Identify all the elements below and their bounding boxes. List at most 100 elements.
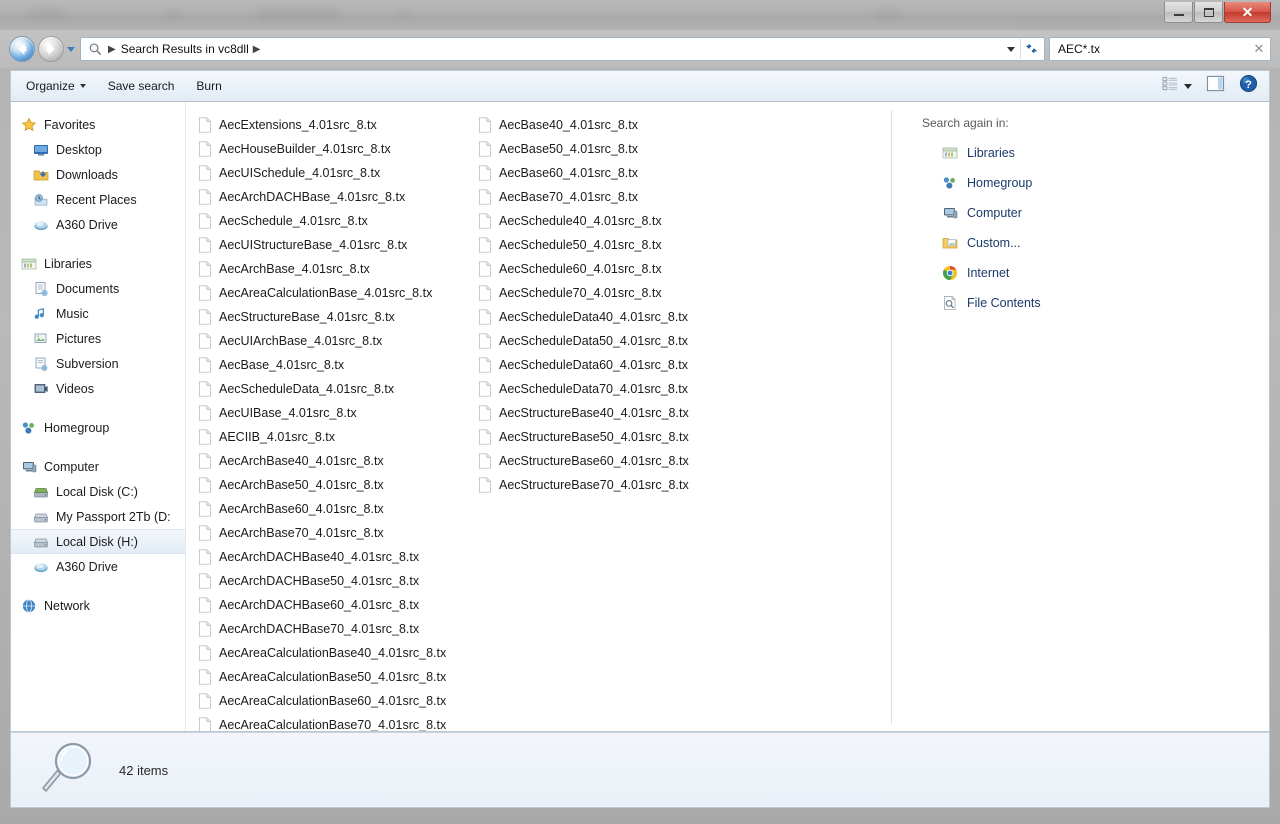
file-list-item[interactable]: AecBase70_4.01src_8.tx — [472, 185, 697, 209]
file-list-item[interactable]: AecBase_4.01src_8.tx — [192, 353, 472, 377]
file-list-item[interactable]: AecScheduleData70_4.01src_8.tx — [472, 377, 697, 401]
file-list-item[interactable]: AecArchBase_4.01src_8.tx — [192, 257, 472, 281]
chevron-down-icon[interactable] — [1002, 39, 1020, 59]
save-search-button[interactable]: Save search — [97, 74, 186, 98]
file-name-label: AecAreaCalculationBase40_4.01src_8.tx — [219, 646, 446, 660]
sidebar-item-desktop[interactable]: Desktop — [11, 137, 185, 162]
minimize-button[interactable] — [1164, 2, 1193, 23]
file-icon — [478, 189, 492, 205]
close-button[interactable]: ✕ — [1224, 2, 1271, 23]
file-list-item[interactable]: AecUIBase_4.01src_8.tx — [192, 401, 472, 425]
address-bar[interactable]: ▶ Search Results in vc8dll ▶ — [80, 37, 1045, 61]
file-name-label: AecSchedule40_4.01src_8.tx — [499, 214, 662, 228]
sidebar-item-my-passport-d[interactable]: My Passport 2Tb (D: — [11, 504, 185, 529]
file-name-label: AecSchedule_4.01src_8.tx — [219, 214, 368, 228]
file-list-item[interactable]: AecSchedule70_4.01src_8.tx — [472, 281, 697, 305]
file-list-item[interactable]: AecArchBase70_4.01src_8.tx — [192, 521, 472, 545]
file-list-item[interactable]: AecArchDACHBase60_4.01src_8.tx — [192, 593, 472, 617]
file-list-item[interactable]: AECIIB_4.01src_8.tx — [192, 425, 472, 449]
maximize-button[interactable] — [1194, 2, 1223, 23]
sidebar-item-local-disk-c[interactable]: Local Disk (C:) — [11, 479, 185, 504]
file-list-item[interactable]: AecScheduleData60_4.01src_8.tx — [472, 353, 697, 377]
file-list-item[interactable]: AecExtensions_4.01src_8.tx — [192, 113, 472, 137]
search-again-item-file-contents[interactable]: File Contents — [922, 288, 1269, 318]
breadcrumb-separator-trailing[interactable]: ▶ — [253, 44, 261, 55]
file-list-item[interactable]: AecScheduleData40_4.01src_8.tx — [472, 305, 697, 329]
file-list-item[interactable]: AecSchedule40_4.01src_8.tx — [472, 209, 697, 233]
file-list-item[interactable]: AecBase60_4.01src_8.tx — [472, 161, 697, 185]
sidebar-item-libraries[interactable]: Libraries — [11, 251, 185, 276]
file-list-item[interactable]: AecAreaCalculationBase60_4.01src_8.tx — [192, 689, 472, 713]
file-list-item[interactable]: AecSchedule_4.01src_8.tx — [192, 209, 472, 233]
sidebar-item-recent-places[interactable]: Recent Places — [11, 187, 185, 212]
file-list-item[interactable]: AecBase50_4.01src_8.tx — [472, 137, 697, 161]
file-list-item[interactable]: AecStructureBase50_4.01src_8.tx — [472, 425, 697, 449]
sidebar-group-network: Network — [11, 593, 185, 618]
search-input[interactable]: AEC*.tx ✕ — [1049, 37, 1271, 61]
sidebar-item-pictures[interactable]: Pictures — [11, 326, 185, 351]
search-again-item-custom[interactable]: Custom... — [922, 228, 1269, 258]
file-list-item[interactable]: AecArchBase40_4.01src_8.tx — [192, 449, 472, 473]
sidebar-item-network[interactable]: Network — [11, 593, 185, 618]
pane-divider[interactable] — [891, 110, 892, 724]
search-input-value[interactable]: AEC*.tx — [1058, 42, 1252, 56]
sidebar-item-label: Music — [56, 307, 89, 321]
sidebar-item-local-disk-h[interactable]: Local Disk (H:) — [11, 529, 185, 554]
change-view-button[interactable] — [1155, 72, 1199, 100]
sidebar-item-favorites[interactable]: Favorites — [11, 112, 185, 137]
breadcrumb[interactable]: Search Results in vc8dll — [121, 42, 249, 56]
file-list-item[interactable]: AecArchBase60_4.01src_8.tx — [192, 497, 472, 521]
title-bar[interactable]: ✕ — [0, 0, 1280, 30]
file-list-item[interactable]: AecArchDACHBase_4.01src_8.tx — [192, 185, 472, 209]
organize-button[interactable]: Organize — [15, 74, 97, 98]
file-list-item[interactable]: AecStructureBase60_4.01src_8.tx — [472, 449, 697, 473]
file-list-item[interactable]: AecUISchedule_4.01src_8.tx — [192, 161, 472, 185]
file-list-pane[interactable]: AecExtensions_4.01src_8.txAecHouseBuilde… — [186, 102, 1269, 731]
file-list-item[interactable]: AecUIStructureBase_4.01src_8.tx — [192, 233, 472, 257]
sidebar-item-a360-drive[interactable]: A360 Drive — [11, 212, 185, 237]
sidebar-item-videos[interactable]: Videos — [11, 376, 185, 401]
sidebar-item-homegroup[interactable]: Homegroup — [11, 415, 185, 440]
forward-button[interactable] — [38, 36, 64, 62]
file-list-item[interactable]: AecAreaCalculationBase50_4.01src_8.tx — [192, 665, 472, 689]
file-list-item[interactable]: AecArchDACHBase40_4.01src_8.tx — [192, 545, 472, 569]
close-icon[interactable]: ✕ — [1252, 41, 1266, 57]
file-list-item[interactable]: AecUIArchBase_4.01src_8.tx — [192, 329, 472, 353]
file-list-item[interactable]: AecSchedule60_4.01src_8.tx — [472, 257, 697, 281]
sidebar-item-computer[interactable]: Computer — [11, 454, 185, 479]
sidebar-item-downloads[interactable]: Downloads — [11, 162, 185, 187]
recent-pages-button[interactable] — [64, 36, 77, 62]
sidebar-item-label: Videos — [56, 382, 94, 396]
sidebar-item-music[interactable]: Music — [11, 301, 185, 326]
sidebar-item-documents[interactable]: Documents — [11, 276, 185, 301]
back-button[interactable] — [9, 36, 35, 62]
file-list-item[interactable]: AecAreaCalculationBase40_4.01src_8.tx — [192, 641, 472, 665]
search-again-item-libraries[interactable]: Libraries — [922, 138, 1269, 168]
file-list-item[interactable]: AecAreaCalculationBase_4.01src_8.tx — [192, 281, 472, 305]
command-bar: Organize Save search Burn — [10, 70, 1270, 102]
file-list-item[interactable]: AecScheduleData_4.01src_8.tx — [192, 377, 472, 401]
refresh-icon[interactable] — [1020, 39, 1042, 59]
sidebar-item-a360-drive-computer[interactable]: A360 Drive — [11, 554, 185, 579]
sidebar-item-subversion[interactable]: Subversion — [11, 351, 185, 376]
help-button[interactable]: ? — [1232, 70, 1265, 102]
file-list-item[interactable]: AecStructureBase_4.01src_8.tx — [192, 305, 472, 329]
file-column-2: AecBase40_4.01src_8.txAecBase50_4.01src_… — [472, 113, 697, 731]
file-list-item[interactable]: AecArchDACHBase50_4.01src_8.tx — [192, 569, 472, 593]
file-list-item[interactable]: AecStructureBase70_4.01src_8.tx — [472, 473, 697, 497]
file-list-item[interactable]: AecArchBase50_4.01src_8.tx — [192, 473, 472, 497]
file-list-item[interactable]: AecBase40_4.01src_8.tx — [472, 113, 697, 137]
search-again-item-homegroup[interactable]: Homegroup — [922, 168, 1269, 198]
file-list-item[interactable]: AecHouseBuilder_4.01src_8.tx — [192, 137, 472, 161]
file-list-item[interactable]: AecSchedule50_4.01src_8.tx — [472, 233, 697, 257]
file-list-item[interactable]: AecStructureBase40_4.01src_8.tx — [472, 401, 697, 425]
file-list-item[interactable]: AecAreaCalculationBase70_4.01src_8.tx — [192, 713, 472, 731]
file-list-item[interactable]: AecScheduleData50_4.01src_8.tx — [472, 329, 697, 353]
search-again-item-computer[interactable]: Computer — [922, 198, 1269, 228]
file-name-label: AecArchDACHBase60_4.01src_8.tx — [219, 598, 419, 612]
file-list-item[interactable]: AecArchDACHBase70_4.01src_8.tx — [192, 617, 472, 641]
navigation-pane[interactable]: Favorites Desktop Downloads — [11, 102, 186, 731]
burn-button[interactable]: Burn — [185, 74, 232, 98]
search-again-item-internet[interactable]: Internet — [922, 258, 1269, 288]
preview-pane-button[interactable] — [1199, 71, 1232, 101]
